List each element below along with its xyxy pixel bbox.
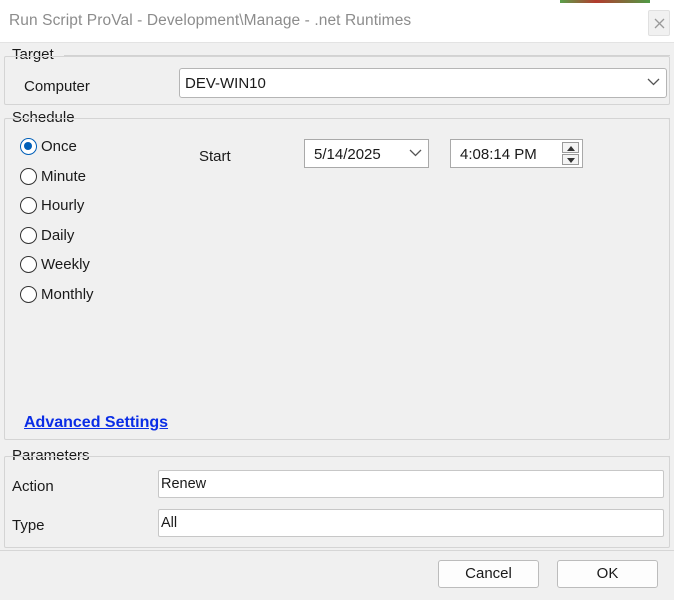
cancel-button[interactable]: Cancel xyxy=(438,560,539,588)
ok-button[interactable]: OK xyxy=(557,560,658,588)
background-window-strip xyxy=(560,0,650,3)
radio-monthly[interactable]: Monthly xyxy=(20,284,140,306)
radio-indicator xyxy=(20,227,37,244)
radio-label: Minute xyxy=(41,168,87,185)
type-value: All xyxy=(161,515,178,531)
radio-label: Weekly xyxy=(41,256,90,273)
close-icon xyxy=(654,18,665,29)
start-time-value: 4:08:14 PM xyxy=(460,146,537,163)
time-spinner xyxy=(562,142,579,165)
radio-label: Once xyxy=(41,138,77,155)
radio-label: Daily xyxy=(41,227,75,244)
type-input[interactable]: All xyxy=(158,509,664,537)
action-label: Action xyxy=(12,478,54,495)
start-date-picker[interactable]: 5/14/2025 xyxy=(304,139,429,168)
action-input[interactable]: Renew xyxy=(158,470,664,498)
computer-label: Computer xyxy=(24,78,90,95)
window-title: Run Script ProVal - Development\Manage -… xyxy=(9,12,412,29)
title-bar: Run Script ProVal - Development\Manage -… xyxy=(0,0,674,43)
advanced-settings-link[interactable]: Advanced Settings xyxy=(24,414,168,432)
chevron-down-icon xyxy=(409,149,422,157)
spin-down-button[interactable] xyxy=(562,154,579,165)
computer-dropdown[interactable]: DEV-WIN10 xyxy=(179,68,667,98)
spin-up-button[interactable] xyxy=(562,142,579,153)
radio-label: Monthly xyxy=(41,286,94,303)
computer-value: DEV-WIN10 xyxy=(185,75,266,92)
chevron-down-icon xyxy=(647,78,660,86)
radio-indicator xyxy=(20,256,37,273)
start-time-picker[interactable]: 4:08:14 PM xyxy=(450,139,583,168)
radio-label: Hourly xyxy=(41,197,85,214)
radio-indicator-selected xyxy=(20,138,37,155)
close-button[interactable] xyxy=(648,10,670,36)
radio-indicator xyxy=(20,197,37,214)
radio-once[interactable]: Once xyxy=(20,136,140,158)
radio-weekly[interactable]: Weekly xyxy=(20,254,140,276)
radio-minute[interactable]: Minute xyxy=(20,166,140,188)
radio-daily[interactable]: Daily xyxy=(20,225,140,247)
start-date-value: 5/14/2025 xyxy=(314,146,381,163)
type-label: Type xyxy=(12,517,45,534)
radio-hourly[interactable]: Hourly xyxy=(20,195,140,217)
action-value: Renew xyxy=(161,476,207,492)
start-label: Start xyxy=(199,148,231,165)
radio-indicator xyxy=(20,168,37,185)
triangle-up-icon xyxy=(567,146,575,151)
radio-indicator xyxy=(20,286,37,303)
triangle-down-icon xyxy=(567,158,575,163)
